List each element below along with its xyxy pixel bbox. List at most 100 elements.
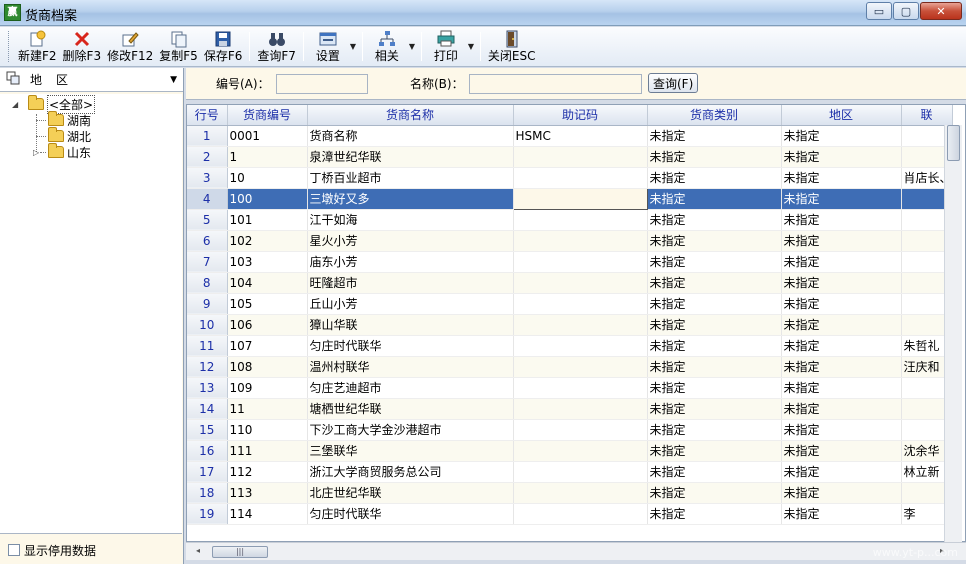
table-cell[interactable]: 1 [227, 146, 308, 168]
column-header[interactable]: 货商名称 [307, 105, 514, 126]
table-cell[interactable]: 112 [227, 461, 308, 483]
table-row[interactable]: 19 114 匀庄时代联华 未指定 未指定李 [187, 503, 953, 525]
table-row[interactable]: 8 104 旺隆超市 未指定 未指定 [187, 272, 953, 294]
table-cell[interactable]: 106 [227, 314, 308, 336]
table-row[interactable]: 13 109 匀庄艺迪超市 未指定 未指定 [187, 377, 953, 399]
table-cell[interactable]: 未指定 [647, 440, 782, 462]
table-row[interactable]: 11 107 匀庄时代联华 未指定 未指定 朱哲礼 [187, 335, 953, 357]
table-cell[interactable]: 109 [227, 377, 308, 399]
table-cell[interactable]: 未指定 [781, 377, 902, 399]
related-dropdown-arrow[interactable]: ▼ [407, 27, 417, 66]
table-row[interactable]: 4 100 三墩好又多 未指定 未指定 [187, 187, 953, 210]
table-cell[interactable]: 未指定 [781, 167, 902, 189]
table-cell[interactable]: 庙东小芳 [307, 251, 514, 273]
column-header[interactable]: 货商编号 [227, 105, 308, 126]
table-row[interactable]: 1 0001 货商名称 HSMC 未指定 未指定 [187, 125, 953, 147]
table-row[interactable]: 15 110 下沙工商大学金沙港超市 未指定 未指定 [187, 419, 953, 441]
column-header[interactable]: 联 [901, 105, 953, 126]
close-window-button[interactable]: ✕ [920, 2, 962, 20]
table-cell[interactable]: 三堡联华 [307, 440, 514, 462]
tree-node-shandong[interactable]: 山东 [48, 143, 91, 160]
vertical-scrollbar[interactable] [944, 125, 962, 542]
table-cell[interactable]: 未指定 [647, 461, 782, 483]
table-row[interactable]: 17 112 浙江大学商贸服务总公司 未指定 未指定 林立新 [187, 461, 953, 483]
region-selector[interactable]: 地区 ▼ [0, 68, 183, 92]
table-cell[interactable]: 江干如海 [307, 209, 514, 231]
table-cell[interactable]: 100 [227, 188, 308, 210]
table-cell[interactable] [513, 419, 648, 441]
tree-node-hubei[interactable]: 湖北 [48, 127, 91, 144]
column-header[interactable]: 行号 [187, 105, 228, 126]
table-cell[interactable]: 未指定 [781, 461, 902, 483]
table-row[interactable]: 2 1 泉漳世纪华联 未指定 未指定 [187, 146, 953, 168]
table-cell[interactable] [513, 335, 648, 357]
edit-button[interactable]: 修改F12 [104, 27, 156, 66]
toolbar-grip[interactable] [8, 31, 12, 62]
show-disabled-checkbox[interactable] [8, 544, 20, 556]
table-cell[interactable]: 温州村联华 [307, 356, 514, 378]
table-cell[interactable]: 未指定 [781, 272, 902, 294]
table-cell[interactable] [513, 482, 648, 504]
table-cell[interactable]: 未指定 [781, 125, 902, 147]
table-cell[interactable] [513, 503, 648, 525]
copy-button[interactable]: 复制F5 [156, 27, 201, 66]
table-cell[interactable] [512, 187, 648, 210]
table-cell[interactable]: 113 [227, 482, 308, 504]
scroll-left-icon[interactable]: ◂ [196, 546, 200, 555]
query-button[interactable]: 查询F7 [254, 27, 299, 66]
table-row[interactable]: 7 103 庙东小芳 未指定 未指定 [187, 251, 953, 273]
table-cell[interactable]: 101 [227, 209, 308, 231]
tree-node-root[interactable]: <全部> [28, 94, 96, 114]
related-button[interactable]: 相关 [367, 27, 407, 66]
table-cell[interactable]: 未指定 [647, 335, 782, 357]
table-cell[interactable]: 未指定 [647, 167, 782, 189]
table-row[interactable]: 3 10 丁桥百业超市 未指定 未指定 肖店长、 [187, 167, 953, 189]
table-row[interactable]: 6 102 星火小芳 未指定 未指定 [187, 230, 953, 252]
column-header[interactable]: 助记码 [513, 105, 648, 126]
tree-collapse-icon[interactable]: ◢ [12, 100, 18, 109]
table-cell[interactable]: 未指定 [781, 293, 902, 315]
column-header[interactable]: 货商类别 [647, 105, 782, 126]
table-cell[interactable] [513, 251, 648, 273]
table-cell[interactable]: 103 [227, 251, 308, 273]
table-cell[interactable]: 未指定 [781, 335, 902, 357]
horizontal-scrollbar[interactable]: ◂ ||| ▸ [186, 542, 966, 560]
table-cell[interactable]: 104 [227, 272, 308, 294]
table-row[interactable]: 16 111 三堡联华 未指定 未指定 沈余华 [187, 440, 953, 462]
table-cell[interactable] [513, 356, 648, 378]
table-cell[interactable]: 未指定 [647, 503, 782, 525]
table-cell[interactable]: 下沙工商大学金沙港超市 [307, 419, 514, 441]
table-cell[interactable] [513, 209, 648, 231]
table-cell[interactable]: 110 [227, 419, 308, 441]
table-cell[interactable]: 未指定 [647, 146, 782, 168]
table-cell[interactable]: 未指定 [647, 356, 782, 378]
tree-expand-icon[interactable]: ▷ [33, 148, 39, 157]
table-cell[interactable]: 10 [227, 167, 308, 189]
table-cell[interactable]: 未指定 [781, 503, 902, 525]
table-cell[interactable]: 未指定 [781, 209, 902, 231]
table-cell[interactable]: 未指定 [781, 419, 902, 441]
table-cell[interactable] [513, 398, 648, 420]
minimize-button[interactable]: ▭ [866, 2, 892, 20]
table-cell[interactable]: 匀庄时代联华 [307, 335, 514, 357]
search-button[interactable]: 查询(F) [648, 73, 699, 93]
code-input[interactable] [276, 74, 368, 94]
settings-dropdown-arrow[interactable]: ▼ [348, 27, 358, 66]
table-row[interactable]: 9 105 丘山小芳 未指定 未指定 [187, 293, 953, 315]
table-row[interactable]: 5 101 江干如海 未指定 未指定 [187, 209, 953, 231]
close-esc-button[interactable]: 关闭ESC [485, 27, 539, 66]
table-cell[interactable] [513, 314, 648, 336]
maximize-button[interactable]: ▢ [893, 2, 919, 20]
table-cell[interactable] [513, 230, 648, 252]
save-button[interactable]: 保存F6 [201, 27, 246, 66]
horizontal-scroll-thumb[interactable]: ||| [212, 546, 268, 558]
table-cell[interactable]: 102 [227, 230, 308, 252]
tree-node-hunan[interactable]: 湖南 [48, 111, 91, 128]
table-cell[interactable]: 丁桥百业超市 [307, 167, 514, 189]
table-cell[interactable]: 未指定 [647, 419, 782, 441]
table-row[interactable]: 12 108 温州村联华 未指定 未指定 汪庆和 [187, 356, 953, 378]
table-cell[interactable]: 獐山华联 [307, 314, 514, 336]
table-cell[interactable]: HSMC [513, 125, 648, 147]
table-cell[interactable]: 未指定 [781, 314, 902, 336]
table-cell[interactable]: 浙江大学商贸服务总公司 [307, 461, 514, 483]
